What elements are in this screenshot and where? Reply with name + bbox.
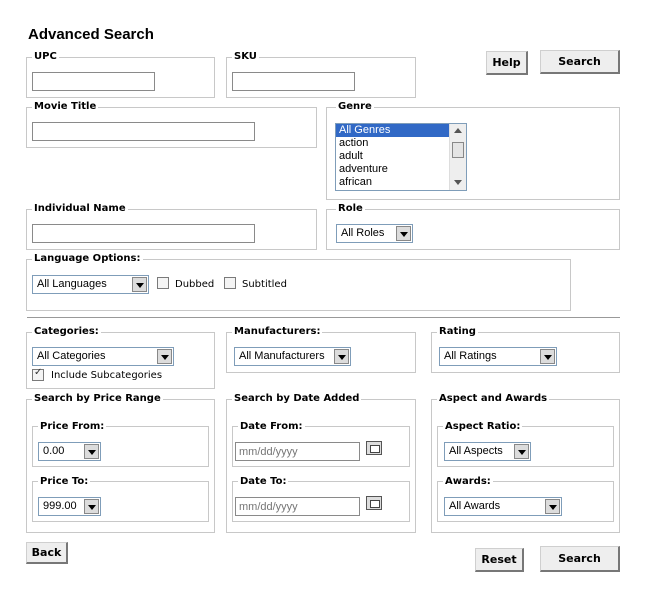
page-title: Advanced Search (28, 26, 154, 43)
dubbed-checkbox[interactable] (157, 277, 169, 289)
back-button[interactable]: Back (26, 542, 68, 564)
help-button[interactable]: Help (486, 51, 528, 75)
awards-value: All Awards (449, 500, 501, 512)
subtitled-label: Subtitled (242, 279, 287, 290)
manufacturers-label: Manufacturers: (232, 326, 323, 337)
language-select[interactable]: All Languages (32, 275, 149, 294)
scroll-up-icon[interactable] (454, 128, 462, 133)
genre-label: Genre (336, 101, 374, 112)
awards-label: Awards: (443, 476, 493, 487)
genre-listbox[interactable]: All Genres action adult adventure africa… (335, 123, 467, 191)
scroll-thumb[interactable] (452, 142, 464, 158)
upc-label: UPC (32, 51, 59, 62)
categories-label: Categories: (32, 326, 101, 337)
price-from-value: 0.00 (43, 445, 65, 457)
role-value: All Roles (341, 227, 385, 239)
search-button-bottom[interactable]: Search (540, 546, 620, 572)
genre-option[interactable]: All Genres (336, 124, 466, 137)
search-button-top[interactable]: Search (540, 50, 620, 74)
rating-select[interactable]: All Ratings (439, 347, 557, 366)
genre-option[interactable]: adult (336, 150, 466, 163)
categories-value: All Categories (37, 350, 106, 362)
calendar-icon[interactable] (366, 496, 382, 510)
role-label: Role (336, 203, 365, 214)
chevron-down-icon[interactable] (334, 349, 349, 364)
date-from-input[interactable] (235, 442, 360, 461)
chevron-down-icon[interactable] (157, 349, 172, 364)
role-select[interactable]: All Roles (336, 224, 413, 243)
aspect-ratio-label: Aspect Ratio: (443, 421, 523, 432)
rating-label: Rating (437, 326, 478, 337)
categories-select[interactable]: All Categories (32, 347, 174, 366)
price-to-select[interactable]: 999.00 (38, 497, 101, 516)
aspect-ratio-select[interactable]: All Aspects (444, 442, 531, 461)
aspect-ratio-value: All Aspects (449, 445, 503, 457)
price-label: Search by Price Range (32, 393, 163, 404)
sku-input[interactable] (232, 72, 355, 91)
calendar-icon[interactable] (366, 441, 382, 455)
chevron-down-icon[interactable] (396, 226, 411, 241)
individual-name-label: Individual Name (32, 203, 128, 214)
scroll-down-icon[interactable] (454, 180, 462, 185)
genre-option[interactable]: adventure (336, 163, 466, 176)
date-label: Search by Date Added (232, 393, 362, 404)
chevron-down-icon[interactable] (514, 444, 529, 459)
language-value: All Languages (37, 278, 107, 290)
sku-label: SKU (232, 51, 259, 62)
upc-input[interactable] (32, 72, 155, 91)
date-to-label: Date To: (238, 476, 289, 487)
movie-title-label: Movie Title (32, 101, 99, 112)
include-subcategories-checkbox[interactable] (32, 367, 44, 381)
dubbed-label: Dubbed (175, 279, 215, 290)
aspect-label: Aspect and Awards (437, 393, 550, 404)
date-to-input[interactable] (235, 497, 360, 516)
chevron-down-icon[interactable] (84, 499, 99, 514)
chevron-down-icon[interactable] (132, 277, 147, 292)
chevron-down-icon[interactable] (545, 499, 560, 514)
price-to-label: Price To: (38, 476, 91, 487)
subtitled-checkbox[interactable] (224, 277, 236, 289)
manufacturers-value: All Manufacturers (239, 350, 325, 362)
genre-option[interactable]: action (336, 137, 466, 150)
language-label: Language Options: (32, 253, 143, 264)
section-divider (27, 317, 620, 318)
genre-scrollbar[interactable] (449, 124, 466, 190)
genre-option[interactable]: african (336, 176, 466, 189)
price-from-label: Price From: (38, 421, 107, 432)
price-from-select[interactable]: 0.00 (38, 442, 101, 461)
price-to-value: 999.00 (43, 500, 77, 512)
include-subcategories-label: Include Subcategories (51, 370, 163, 381)
date-from-label: Date From: (238, 421, 305, 432)
chevron-down-icon[interactable] (84, 444, 99, 459)
manufacturers-select[interactable]: All Manufacturers (234, 347, 351, 366)
chevron-down-icon[interactable] (540, 349, 555, 364)
awards-select[interactable]: All Awards (444, 497, 562, 516)
individual-name-input[interactable] (32, 224, 255, 243)
reset-button[interactable]: Reset (475, 548, 524, 572)
movie-title-input[interactable] (32, 122, 255, 141)
rating-value: All Ratings (444, 350, 497, 362)
